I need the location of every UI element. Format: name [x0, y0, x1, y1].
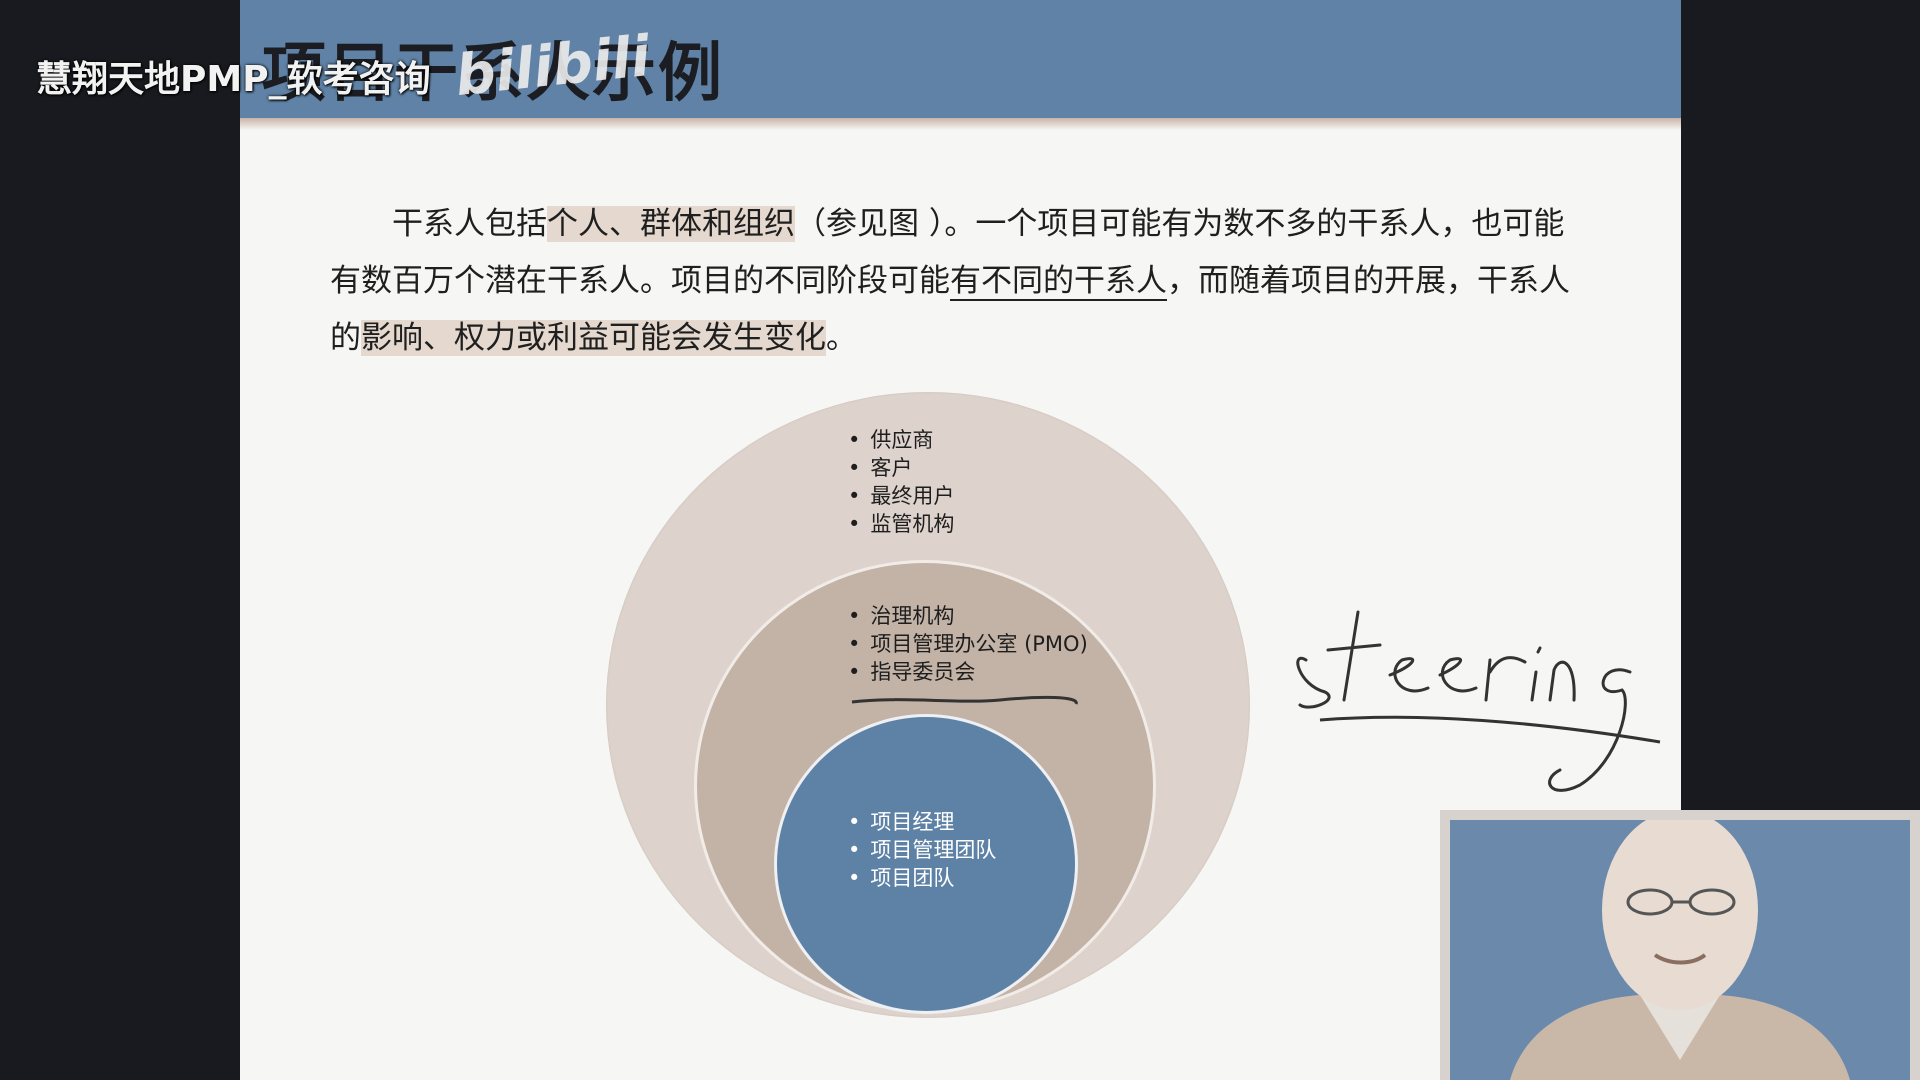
list-item: 客户 — [848, 454, 954, 482]
list-item: 项目经理 — [848, 808, 996, 836]
channel-watermark: 慧翔天地PMP_软考咨询 — [36, 59, 431, 100]
list-item: 供应商 — [848, 426, 954, 454]
list-item: 指导委员会 — [848, 658, 1088, 686]
presenter-webcam — [1440, 810, 1920, 1080]
ink-steering-underline — [1319, 715, 1661, 744]
paragraph-segment: 有不同的干系人 — [950, 263, 1167, 301]
list-item: 最终用户 — [848, 482, 954, 510]
inner-stakeholder-list: 项目经理 项目管理团队 项目团队 — [848, 808, 996, 892]
paragraph-segment: 个人、群体和组织 — [547, 206, 795, 242]
ink-steering-word — [1296, 610, 1632, 792]
outer-stakeholder-list: 供应商 客户 最终用户 监管机构 — [848, 426, 954, 538]
list-item: 项目团队 — [848, 864, 996, 892]
slide-paragraph: 干系人包括个人、群体和组织（参见图 ）。一个项目可能有为数不多的干系人，也可能有… — [330, 196, 1580, 367]
stakeholder-diagram: 供应商 客户 最终用户 监管机构 治理机构 项目管理办公室 (PMO) 指导委员… — [606, 392, 1250, 1018]
list-item: 监管机构 — [848, 510, 954, 538]
list-item: 项目管理团队 — [848, 836, 996, 864]
paragraph-segment: 。 — [826, 320, 857, 356]
paragraph-segment: 干系人包括 — [392, 206, 547, 242]
title-divider — [240, 118, 1681, 130]
paragraph-segment: 影响、权力或利益可能会发生变化 — [361, 320, 826, 356]
webcam-video — [1450, 820, 1910, 1080]
list-item: 治理机构 — [848, 602, 1088, 630]
middle-stakeholder-list: 治理机构 项目管理办公室 (PMO) 指导委员会 — [848, 602, 1088, 686]
paragraph-text: 干系人包括个人、群体和组织（参见图 ）。一个项目可能有为数不多的干系人，也可能有… — [330, 196, 1580, 367]
list-item: 项目管理办公室 (PMO) — [848, 630, 1087, 658]
presenter-portrait — [1450, 820, 1910, 1080]
handwriting-text: steering — [1300, 803, 1304, 806]
